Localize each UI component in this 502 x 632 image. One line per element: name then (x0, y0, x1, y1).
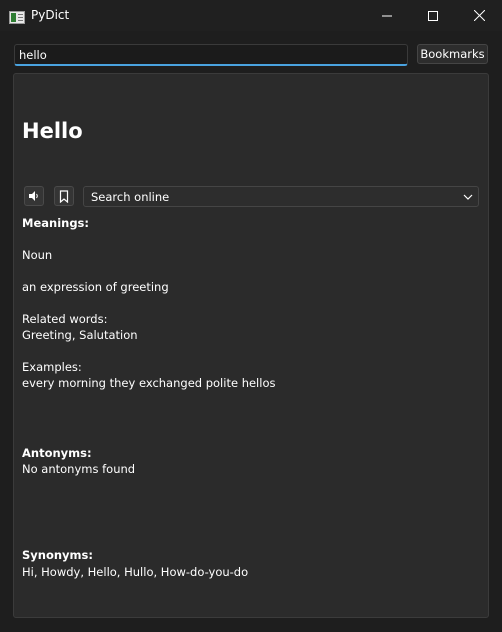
antonyms-heading: Antonyms: (22, 446, 92, 460)
part-of-speech: Noun (22, 248, 53, 262)
bookmark-word-button[interactable] (54, 186, 74, 206)
search-online-dropdown[interactable]: Search online (83, 186, 479, 207)
close-icon (473, 10, 485, 21)
antonyms-text: No antonyms found (22, 462, 136, 476)
minimize-button[interactable] (364, 0, 410, 31)
related-words-heading: Related words: (22, 312, 108, 326)
example-text: every morning they exchanged polite hell… (22, 376, 276, 390)
bookmarks-button[interactable]: Bookmarks (417, 44, 488, 64)
chevron-down-icon (463, 194, 473, 200)
definition-panel (13, 73, 489, 618)
window-title: PyDict (31, 8, 70, 22)
maximize-button[interactable] (410, 0, 456, 31)
search-online-label: Search online (91, 190, 170, 204)
dictionary-app-icon (9, 9, 25, 24)
word-title: Hello (22, 119, 83, 143)
bookmark-icon (59, 189, 69, 203)
synonyms-heading: Synonyms: (22, 548, 93, 562)
search-input[interactable] (14, 44, 408, 66)
close-button[interactable] (456, 0, 502, 31)
related-words-list: Greeting, Salutation (22, 328, 138, 342)
title-bar: PyDict (0, 0, 502, 31)
examples-heading: Examples: (22, 360, 82, 374)
maximize-icon (428, 10, 438, 21)
speaker-icon (29, 191, 38, 201)
pronounce-button[interactable] (24, 186, 44, 206)
definition-text: an expression of greeting (22, 280, 169, 294)
minimize-icon (382, 15, 392, 16)
meanings-heading: Meanings: (22, 216, 89, 230)
synonyms-text: Hi, Howdy, Hello, Hullo, How-do-you-do (22, 565, 249, 579)
